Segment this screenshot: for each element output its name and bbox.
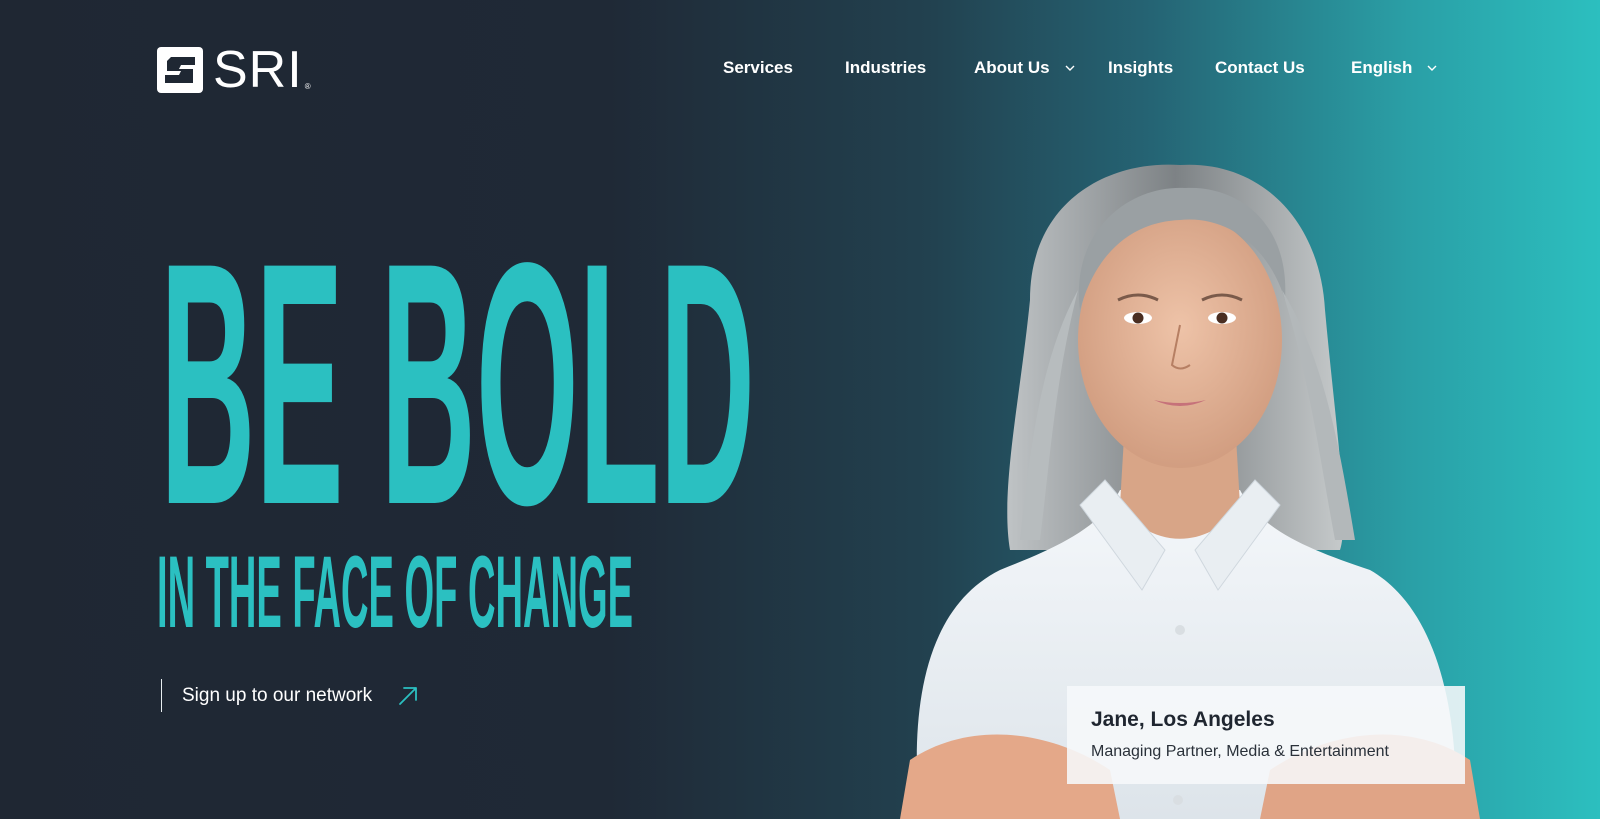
hero-subheadline-text: IN THE FACE OF CHANGE	[157, 535, 633, 630]
profile-name: Jane, Los Angeles	[1091, 708, 1275, 731]
hero-subheadline: IN THE FACE OF CHANGE	[157, 535, 633, 630]
nav-item-about-us[interactable]: About Us	[974, 58, 1076, 78]
hero-headline: BE BOLD	[160, 192, 755, 513]
signup-cta-label: Sign up to our network	[182, 684, 373, 706]
registered-mark: ®	[304, 82, 311, 91]
sri-logo[interactable]: SRI ®	[157, 41, 311, 99]
chevron-down-icon	[1427, 65, 1437, 71]
nav-item-insights[interactable]: Insights	[1108, 58, 1173, 78]
chevron-down-icon	[1065, 65, 1075, 71]
nav-label: Insights	[1108, 58, 1174, 77]
nav-label: Contact Us	[1215, 58, 1305, 77]
nav-item-contact-us[interactable]: Contact Us	[1215, 58, 1305, 78]
sri-logo-mark-icon	[157, 47, 203, 93]
nav-label: Services	[723, 58, 793, 77]
logo-wordmark: SRI	[213, 41, 303, 99]
nav-item-services[interactable]: Services	[723, 58, 793, 78]
hero-headline-text: BE BOLD	[160, 192, 755, 513]
nav-label: About Us	[974, 58, 1050, 77]
profile-card: Jane, Los Angeles Managing Partner, Medi…	[1067, 686, 1465, 784]
nav-item-industries[interactable]: Industries	[845, 58, 926, 78]
arrow-up-right-icon	[399, 686, 418, 705]
profile-role: Managing Partner, Media & Entertainment	[1091, 743, 1389, 760]
hero-page: SRI ® Services Industries About Us Insig…	[0, 0, 1600, 819]
nav-label: English	[1351, 58, 1413, 77]
language-selector[interactable]: English	[1351, 58, 1438, 78]
signup-cta[interactable]: Sign up to our network	[161, 679, 420, 712]
nav-label: Industries	[845, 58, 927, 77]
